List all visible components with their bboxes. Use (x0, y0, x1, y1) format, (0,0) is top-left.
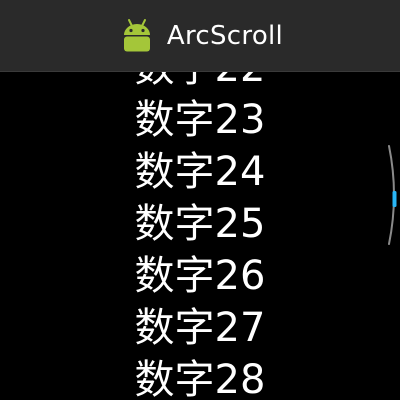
list-item[interactable]: 数字28 (0, 354, 400, 400)
arc-scrollbar-thumb[interactable] (392, 191, 397, 207)
list-content: 数字22 数字23 数字24 数字25 数字26 数字27 数字28 (0, 72, 400, 400)
list-item[interactable]: 数字27 (0, 302, 400, 354)
list-item[interactable]: 数字25 (0, 198, 400, 250)
list-item[interactable]: 数字26 (0, 250, 400, 302)
android-robot-icon (123, 18, 150, 51)
list-item[interactable]: 数字22 (0, 72, 400, 94)
arc-scrollbar[interactable] (380, 140, 400, 250)
app-window: ArcScroll 数字22 数字23 数字24 数字25 数字26 数字27 … (0, 0, 400, 400)
action-bar: ArcScroll (0, 0, 400, 72)
app-title: ArcScroll (166, 20, 284, 51)
list-item[interactable]: 数字23 (0, 94, 400, 146)
arc-scroll-list[interactable]: 数字22 数字23 数字24 数字25 数字26 数字27 数字28 (0, 72, 400, 400)
list-item[interactable]: 数字24 (0, 146, 400, 198)
